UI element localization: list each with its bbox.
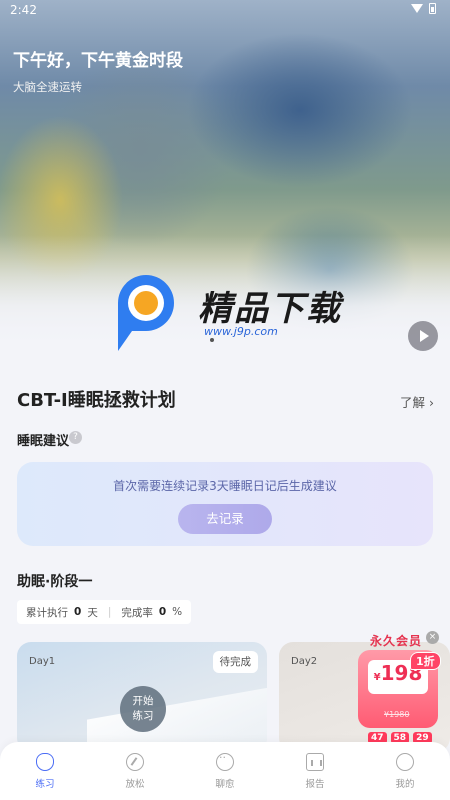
membership-promo[interactable]: 永久会员 × ¥198 ¥1980 47 58 29 1折: [352, 628, 450, 744]
plan-title: CBT-I睡眠拯救计划: [17, 390, 176, 411]
greeting-subtitle: 大脑全速运转: [13, 80, 82, 94]
nav-label: 练习: [35, 779, 55, 790]
close-icon[interactable]: ×: [426, 631, 439, 644]
day-card-1[interactable]: Day1 待完成 开始 练习: [17, 642, 267, 752]
watermark-title: 精品下载: [198, 289, 342, 329]
cumulative-value: 0: [74, 606, 82, 618]
watermark: 精品下载 www.j9p.com: [108, 273, 358, 355]
sleep-advice-label: 睡眠建议: [17, 434, 70, 449]
completion-label: 完成率: [121, 606, 153, 619]
nav-item-chat[interactable]: 聊愈: [180, 742, 270, 800]
wifi-icon: [411, 4, 423, 13]
nav-item-relax[interactable]: 放松: [90, 742, 180, 800]
completion-value: 0: [158, 606, 167, 618]
bottom-nav: 练习 放松 聊愈 报告 我的: [0, 742, 450, 800]
nav-label: 聊愈: [215, 779, 235, 790]
nav-item-profile[interactable]: 我的: [360, 742, 450, 800]
learn-more-link[interactable]: 了解 ›: [400, 392, 434, 411]
day-label: Day1: [29, 656, 56, 667]
completion-unit: %: [172, 606, 183, 618]
status-time: 2:42: [10, 3, 37, 17]
discount-badge: 1折: [410, 652, 441, 670]
chat-icon: [216, 751, 234, 771]
greeting-title: 下午好，下午黄金时段: [13, 51, 183, 71]
original-price: ¥1980: [384, 710, 410, 719]
start-label-line2: 练习: [132, 710, 154, 722]
practice-icon: [36, 753, 54, 771]
status-icons: [411, 3, 436, 14]
cumulative-label: 累计执行: [26, 606, 68, 619]
start-practice-button[interactable]: 开始 练习: [120, 686, 166, 732]
promo-title: 永久会员: [370, 634, 423, 648]
nav-label: 报告: [305, 779, 325, 790]
profile-icon: [396, 753, 414, 771]
advice-message: 首次需要连续记录3天睡眠日记后生成建议: [113, 479, 337, 493]
cumulative-unit: 天: [87, 606, 98, 619]
nav-item-report[interactable]: 报告: [270, 742, 360, 800]
compass-icon: [126, 753, 144, 771]
report-icon: [306, 753, 324, 771]
status-badge: 待完成: [212, 651, 258, 673]
carousel-dots: [210, 338, 214, 342]
watermark-logo-icon: [118, 275, 174, 351]
sleep-advice-card: 首次需要连续记录3天睡眠日记后生成建议 去记录: [17, 462, 433, 546]
go-record-button[interactable]: 去记录: [178, 504, 272, 534]
stage-stats: 累计执行 0 天 | 完成率 0 %: [17, 600, 192, 624]
currency-symbol: ¥: [373, 672, 381, 683]
nav-label: 放松: [125, 779, 145, 790]
stage-title: 助眠·阶段一: [17, 574, 93, 590]
battery-icon: [429, 3, 436, 14]
watermark-url: www.j9p.com: [204, 325, 278, 338]
status-bar: 2:42: [0, 0, 450, 22]
nav-label: 我的: [395, 779, 415, 790]
carousel-dot: [210, 338, 214, 342]
play-button[interactable]: [408, 321, 438, 351]
start-label-line1: 开始: [132, 695, 154, 707]
day-label: Day2: [291, 656, 318, 667]
help-icon[interactable]: ?: [69, 431, 82, 444]
stats-divider: |: [107, 606, 112, 618]
nav-item-practice[interactable]: 练习: [0, 742, 90, 800]
